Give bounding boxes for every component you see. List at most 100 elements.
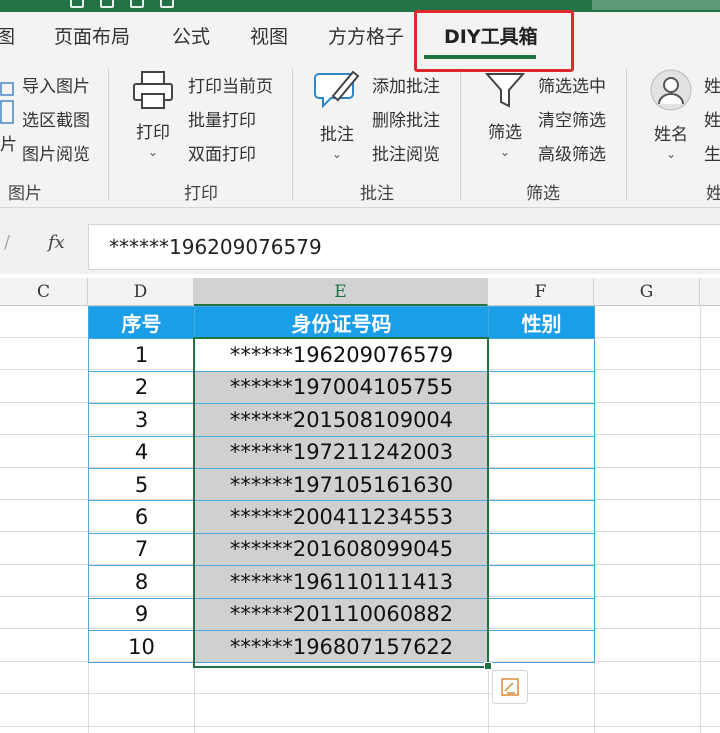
import-picture-button[interactable]: 导入图片 xyxy=(22,72,90,97)
name-item-2[interactable]: 姓 xyxy=(704,106,720,131)
tab-formulas[interactable]: 公式 xyxy=(172,22,210,49)
add-comment-button[interactable]: 添加批注 xyxy=(372,72,440,97)
row-no-cell[interactable]: 7 xyxy=(88,532,195,567)
delete-comment-button[interactable]: 删除批注 xyxy=(372,106,440,131)
gender-cell[interactable] xyxy=(488,370,595,405)
account-area[interactable] xyxy=(592,0,720,10)
row-no-cell[interactable]: 6 xyxy=(88,500,195,534)
tab-view[interactable]: 视图 xyxy=(250,22,288,49)
filter-group-label: 筛选 xyxy=(526,184,560,204)
save-icon[interactable] xyxy=(70,0,84,8)
row-no-cell[interactable]: 10 xyxy=(88,629,195,664)
id-number-cell[interactable]: ******201110060882 xyxy=(194,597,489,631)
column-header-c[interactable]: C xyxy=(0,278,88,306)
advanced-filter-button[interactable]: 高级筛选 xyxy=(538,140,606,165)
quick-access-icon[interactable] xyxy=(160,0,174,8)
gender-cell[interactable] xyxy=(488,435,595,469)
view-comments-button[interactable]: 批注阅览 xyxy=(372,140,440,165)
header-no[interactable]: 序号 xyxy=(88,306,195,340)
id-number-cell[interactable]: ******200411234553 xyxy=(194,500,489,534)
gender-cell[interactable] xyxy=(488,403,595,437)
grid-line xyxy=(0,693,720,694)
tab-page-layout[interactable]: 页面布局 xyxy=(54,22,130,49)
id-number-cell[interactable]: ******196209076579 xyxy=(194,338,489,372)
id-number-cell[interactable]: ******196807157622 xyxy=(194,629,489,664)
filter-selected-button[interactable]: 筛选选中 xyxy=(538,72,606,97)
gender-cell[interactable] xyxy=(488,500,595,534)
column-header-d[interactable]: D xyxy=(88,278,194,306)
table-row: 3 ******201508109004 xyxy=(88,403,595,437)
chevron-down-icon: ⌄ xyxy=(331,147,343,161)
id-number-cell[interactable]: ******197105161630 xyxy=(194,467,489,502)
title-bar xyxy=(0,0,720,12)
gender-cell[interactable] xyxy=(488,338,595,372)
header-id-number[interactable]: 身份证号码 xyxy=(194,306,489,340)
quick-analysis-icon xyxy=(501,678,519,696)
comment-pencil-icon xyxy=(314,70,360,109)
gender-cell[interactable] xyxy=(488,597,595,631)
print-current-page-button[interactable]: 打印当前页 xyxy=(188,72,273,97)
cancel-edit-icon[interactable]: ∕ xyxy=(4,232,10,253)
quick-analysis-button[interactable] xyxy=(492,670,528,704)
name-item-1[interactable]: 姓 xyxy=(704,72,720,97)
undo-icon[interactable] xyxy=(100,0,114,8)
id-number-cell[interactable]: ******201508109004 xyxy=(194,403,489,437)
clear-filter-button[interactable]: 清空筛选 xyxy=(538,106,606,131)
name-item-3[interactable]: 生 xyxy=(704,140,720,165)
insert-function-icon[interactable]: fx xyxy=(48,232,65,253)
id-number-cell[interactable]: ******197004105755 xyxy=(194,370,489,405)
print-group-label: 打印 xyxy=(184,184,218,204)
gender-cell[interactable] xyxy=(488,532,595,567)
tab-fangfanggezi[interactable]: 方方格子 xyxy=(328,22,404,49)
picture-big-label-partial[interactable]: 片 xyxy=(0,130,17,155)
chevron-down-icon: ⌄ xyxy=(499,145,511,159)
column-header-g[interactable]: G xyxy=(594,278,700,306)
column-header-f[interactable]: F xyxy=(488,278,594,306)
duplex-print-button[interactable]: 双面打印 xyxy=(188,140,256,165)
picture-group-label: 图片 xyxy=(8,184,42,204)
header-gender[interactable]: 性别 xyxy=(488,306,595,340)
formula-input[interactable]: ******196209076579 xyxy=(88,224,720,270)
batch-print-button[interactable]: 批量打印 xyxy=(188,106,256,131)
table-row: 7 ******201608099045 xyxy=(88,532,595,567)
filter-button[interactable]: 筛选 ⌄ xyxy=(480,70,530,159)
import-picture-icon xyxy=(0,82,14,96)
excel-window: 图 页面布局 公式 视图 方方格子 DIY工具箱 片 导入图片 选区截图 图片阅… xyxy=(0,0,720,733)
gender-cell[interactable] xyxy=(488,565,595,599)
row-no-cell[interactable]: 8 xyxy=(88,565,195,599)
ribbon-separator xyxy=(460,68,461,200)
tab-highlight-box xyxy=(414,10,574,72)
id-number-cell[interactable]: ******196110111413 xyxy=(194,565,489,599)
redo-icon[interactable] xyxy=(130,0,144,8)
fill-handle[interactable] xyxy=(484,662,492,670)
ribbon-separator xyxy=(626,68,627,200)
comment-group-label: 批注 xyxy=(360,184,394,204)
id-number-cell[interactable]: ******201608099045 xyxy=(194,532,489,567)
table-row: 5 ******197105161630 xyxy=(88,467,595,502)
row-no-cell[interactable]: 4 xyxy=(88,435,195,469)
table-row: 6 ******200411234553 xyxy=(88,500,595,534)
ribbon-separator xyxy=(292,68,293,200)
name-label: 姓名 xyxy=(654,125,688,145)
row-no-cell[interactable]: 1 xyxy=(88,338,195,372)
gender-cell[interactable] xyxy=(488,629,595,664)
printer-icon xyxy=(133,71,173,109)
table-row: 1 ******196209076579 xyxy=(88,338,595,372)
selection-screenshot-button[interactable]: 选区截图 xyxy=(22,106,90,131)
sheet-grid[interactable]: 序号 身份证号码 性别 1 ******196209076579 2 *****… xyxy=(0,306,720,733)
person-icon xyxy=(650,69,692,111)
print-button[interactable]: 打印 ⌄ xyxy=(128,70,178,159)
comment-button[interactable]: 批注 ⌄ xyxy=(310,68,364,161)
row-no-cell[interactable]: 9 xyxy=(88,597,195,631)
table-row: 9 ******201110060882 xyxy=(88,597,595,631)
name-button[interactable]: 姓名 ⌄ xyxy=(646,68,696,161)
id-number-cell[interactable]: ******197211242003 xyxy=(194,435,489,469)
row-no-cell[interactable]: 3 xyxy=(88,403,195,437)
id-table: 序号 身份证号码 性别 1 ******196209076579 2 *****… xyxy=(88,306,595,664)
column-header-e[interactable]: E xyxy=(194,278,488,306)
row-no-cell[interactable]: 2 xyxy=(88,370,195,405)
gender-cell[interactable] xyxy=(488,467,595,502)
row-no-cell[interactable]: 5 xyxy=(88,467,195,502)
picture-viewer-button[interactable]: 图片阅览 xyxy=(22,140,90,165)
tab-insert[interactable]: 图 xyxy=(0,22,15,49)
